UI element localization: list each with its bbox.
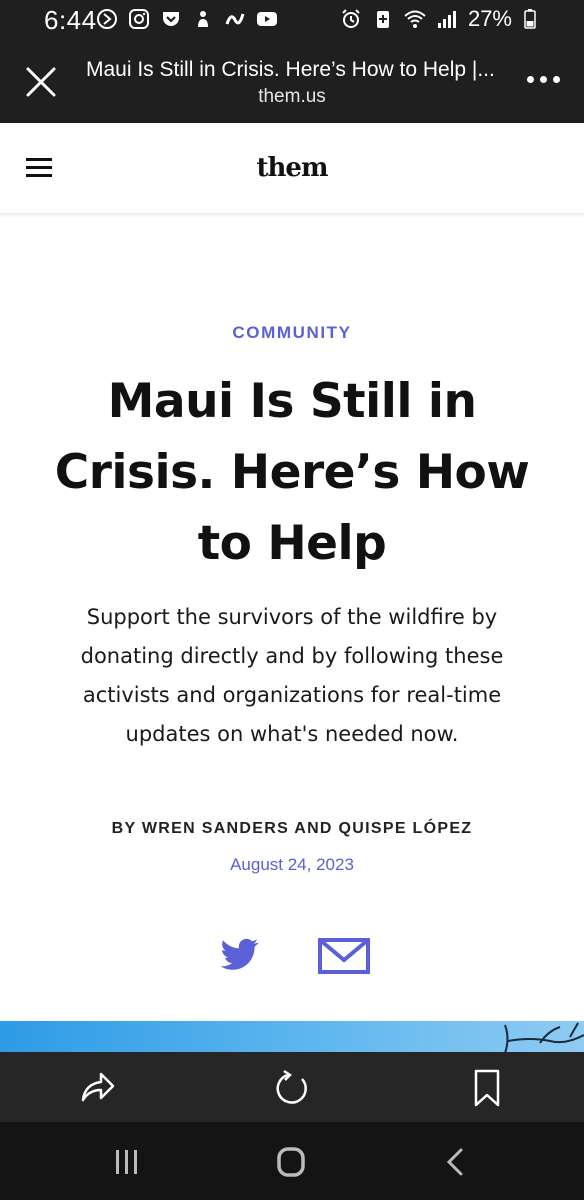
back-icon[interactable] [436, 1146, 476, 1178]
browser-bottom-bar [0, 1052, 584, 1122]
system-navigation-bar [0, 1122, 584, 1200]
alarm-icon [342, 9, 360, 28]
media-icon [97, 9, 117, 29]
bookmark-icon[interactable] [467, 1068, 507, 1108]
dot-icon [527, 76, 534, 83]
site-header: them [0, 123, 584, 214]
dek-line: Support the survivors of the wildfire by [86, 605, 498, 629]
app-icon [225, 13, 245, 25]
status-left-icons [96, 8, 278, 30]
article-dek: Support the survivors of the wildfire by… [40, 598, 544, 754]
wifi-icon [404, 10, 426, 28]
dek-line: activists and organizations for real-tim… [82, 683, 502, 707]
twitter-share-icon[interactable] [220, 938, 260, 972]
status-time: 6:44 [44, 5, 97, 35]
share-icon[interactable] [77, 1068, 117, 1108]
hero-image [0, 1021, 584, 1053]
headline-line: Crisis. Here’s How [54, 445, 530, 500]
signal-icon [437, 11, 456, 28]
article-headline: Maui Is Still in Crisis. Here’s How to H… [30, 366, 554, 579]
page-title: Maui Is Still in Crisis. Here’s How to H… [86, 58, 495, 81]
site-logo[interactable]: them [0, 153, 584, 183]
status-right: 27% [340, 6, 544, 32]
tree-branch-silhouette [504, 1022, 584, 1053]
browser-toolbar: Maui Is Still in Crisis. Here’s How to H… [0, 40, 584, 123]
battery-percent: 27% [467, 6, 512, 31]
reload-icon[interactable] [272, 1068, 312, 1108]
youtube-icon [257, 12, 277, 26]
dek-line: updates on what's needed now. [125, 722, 459, 746]
article-byline[interactable]: BY WREN SANDERS AND QUISPE LÓPEZ [0, 820, 584, 838]
battery-icon [524, 9, 536, 29]
status-bar: 6:44 27% [0, 0, 584, 40]
recent-apps-icon[interactable] [107, 1146, 147, 1178]
more-options-button[interactable] [527, 76, 560, 83]
headline-line: Maui Is Still in [107, 374, 477, 429]
dot-icon [540, 76, 547, 83]
pocket-icon [163, 12, 179, 26]
instagram-icon [129, 9, 149, 29]
headline-line: to Help [197, 516, 387, 571]
article-category[interactable]: COMMUNITY [0, 323, 584, 343]
article-date: August 24, 2023 [230, 855, 354, 874]
page-url: them.us [258, 86, 326, 107]
settings-icon [198, 11, 208, 27]
battery-saver-icon [376, 11, 389, 28]
home-icon[interactable] [271, 1146, 311, 1178]
email-share-icon[interactable] [318, 938, 370, 974]
dek-line: donating directly and by following these [80, 644, 504, 668]
dot-icon [553, 76, 560, 83]
